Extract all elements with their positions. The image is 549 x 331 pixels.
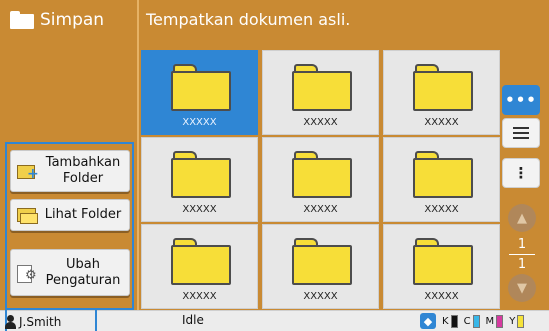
ink-letter-c: C [463,315,471,327]
folder-icon [413,238,473,286]
current-page: 1 [509,237,535,255]
ink-bar-m [496,314,504,328]
machine-status: Idle [182,313,204,327]
change-settings-line1: Ubah [66,256,100,272]
view-folder-label: Lihat Folder [44,207,122,222]
folders-icon [17,206,38,224]
folder-label: XXXXX [303,204,338,215]
scroll-up-button[interactable]: ▲ [508,204,536,232]
change-settings-line2: Pengaturan [45,272,121,288]
chevron-up-icon: ▲ [517,210,527,226]
title-text: Simpan [40,10,105,30]
add-folder-line2: Folder [62,171,104,186]
change-settings-button[interactable]: Ubah Pengaturan [10,249,130,296]
ink-bar-k [450,314,458,328]
submenu-button[interactable]: ⋮ [502,158,540,188]
chevron-down-icon: ▼ [517,280,527,296]
instruction-message: Tempatkan dokumen asli. [146,10,351,29]
user-icon [5,314,16,329]
folder-icon [413,151,473,199]
add-folder-label: Tambahkan Folder [37,155,129,187]
folder-label: XXXXX [424,204,459,215]
change-settings-label: Ubah Pengaturan [37,257,129,289]
list-view-icon [513,127,529,139]
folder-icon [10,11,34,29]
grid-view-icon: ••• [505,91,537,109]
folder-tile[interactable]: XXXXX [383,50,500,135]
folder-icon [171,151,231,199]
settings-icon [17,264,37,283]
folder-label: XXXXX [182,117,217,128]
folder-icon [413,64,473,112]
folder-tile[interactable]: XXXXX [262,50,379,135]
folder-icon [171,64,231,112]
add-folder-button[interactable]: Tambahkan Folder [10,150,130,192]
folder-label: XXXXX [303,291,338,302]
scroll-down-button[interactable]: ▼ [508,274,536,302]
page-indicator: 1 1 [509,237,535,272]
folder-label: XXXXX [182,291,217,302]
ink-letter-y: Y [509,315,516,327]
folder-label: XXXXX [424,291,459,302]
folder-tile[interactable]: XXXXX [262,137,379,222]
thumbnail-view-button[interactable]: ••• [502,85,540,115]
folder-icon [171,238,231,286]
ink-drop-icon[interactable]: ◆ [420,313,436,329]
list-view-button[interactable] [502,118,540,148]
folder-tile[interactable]: XXXXX [141,50,258,135]
folder-label: XXXXX [303,117,338,128]
folder-label: XXXXX [182,204,217,215]
folder-tile[interactable]: XXXXX [383,224,500,309]
more-vertical-icon: ⋮ [513,164,529,182]
user-name: J.Smith [19,314,62,329]
folder-tile[interactable]: XXXXX [383,137,500,222]
total-pages: 1 [517,257,527,272]
ink-levels: ◆ K C M Y [420,312,530,330]
folder-plus-icon [17,162,39,181]
view-folder-button[interactable]: Lihat Folder [10,199,130,231]
folder-icon [292,64,352,112]
folder-tile[interactable]: XXXXX [141,137,258,222]
folder-tile[interactable]: XXXXX [262,224,379,309]
folder-label: XXXXX [424,117,459,128]
folder-tile[interactable]: XXXXX [141,224,258,309]
folder-icon [292,238,352,286]
ink-bar-y [517,314,525,328]
logged-in-user: J.Smith [5,312,61,331]
screen-title: Simpan [10,7,104,33]
add-folder-line1: Tambahkan [45,155,121,170]
ink-letter-k: K [442,315,449,327]
folder-icon [292,151,352,199]
ink-letter-m: M [485,315,495,327]
ink-bar-c [472,314,480,328]
